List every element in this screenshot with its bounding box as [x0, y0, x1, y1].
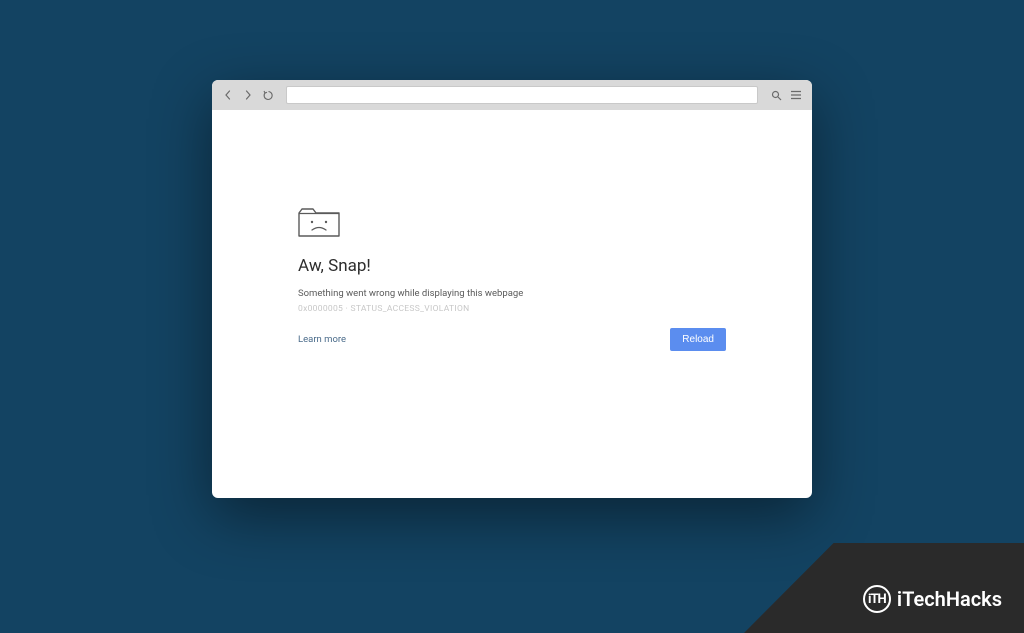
- browser-toolbar: [212, 80, 812, 110]
- error-actions: Learn more Reload: [298, 328, 726, 351]
- menu-icon[interactable]: [788, 87, 804, 103]
- forward-button[interactable]: [240, 87, 256, 103]
- error-code: 0x0000005 · STATUS_ACCESS_VIOLATION: [298, 304, 726, 314]
- address-bar[interactable]: [286, 86, 758, 104]
- refresh-button[interactable]: [260, 87, 276, 103]
- browser-window: Aw, Snap! Something went wrong while dis…: [212, 80, 812, 498]
- watermark-brand: iTechHacks: [897, 587, 1002, 611]
- error-title: Aw, Snap!: [298, 256, 726, 276]
- watermark-logo-icon: iTH: [863, 585, 891, 613]
- error-page: Aw, Snap! Something went wrong while dis…: [212, 110, 812, 351]
- watermark: iTH iTechHacks: [863, 585, 1002, 613]
- reload-button[interactable]: Reload: [670, 328, 726, 351]
- search-icon[interactable]: [768, 87, 784, 103]
- sad-folder-icon: [298, 206, 340, 238]
- back-button[interactable]: [220, 87, 236, 103]
- error-message: Something went wrong while displaying th…: [298, 288, 726, 299]
- learn-more-link[interactable]: Learn more: [298, 334, 346, 345]
